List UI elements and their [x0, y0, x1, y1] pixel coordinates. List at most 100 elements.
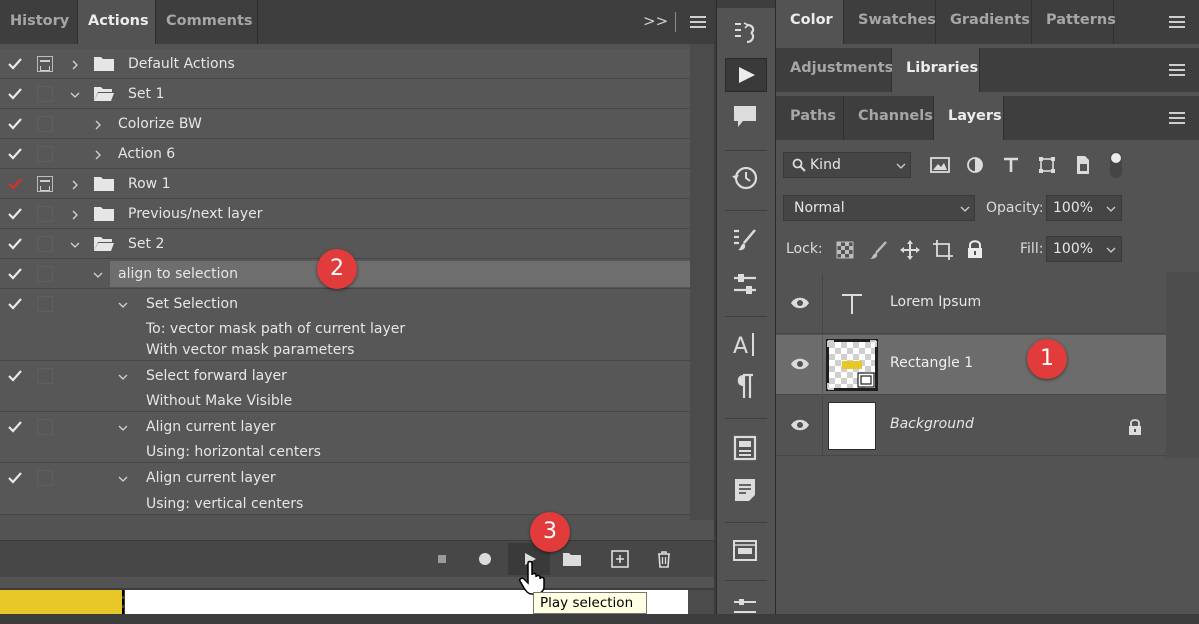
expand-panels-icon[interactable]: >> [643, 12, 668, 30]
lock-image-pixels-icon[interactable] [868, 240, 888, 260]
adjustment-filter-icon[interactable] [966, 156, 984, 174]
blend-mode-select[interactable]: Normal [783, 195, 975, 221]
check-icon[interactable] [7, 146, 23, 162]
new-set-folder-icon[interactable] [562, 549, 582, 569]
shape-filter-icon[interactable] [1038, 156, 1056, 174]
check-icon[interactable] [7, 116, 23, 132]
scrollbar[interactable] [690, 44, 714, 520]
chevron-right-icon[interactable] [70, 180, 80, 190]
list-item[interactable]: Previous/next layer [0, 199, 690, 229]
new-action-icon[interactable] [610, 549, 630, 569]
panel-menu-icon[interactable] [1169, 112, 1185, 124]
list-item[interactable]: Select forward layer Without Make Visibl… [0, 361, 690, 412]
dialog-toggle[interactable] [37, 266, 53, 282]
fill-input[interactable]: 100% [1046, 236, 1122, 262]
brush-settings-icon[interactable] [731, 226, 759, 254]
tab-history[interactable]: History [0, 0, 78, 44]
eye-icon[interactable] [790, 418, 810, 432]
layer-row-selected[interactable]: Rectangle 1 [776, 335, 1166, 395]
glyphs-icon[interactable] [731, 434, 759, 462]
eye-icon[interactable] [790, 357, 810, 371]
check-icon[interactable] [7, 86, 23, 102]
list-item[interactable]: Set 1 [0, 79, 690, 109]
3d-icon[interactable] [731, 536, 759, 564]
chevron-down-icon[interactable] [70, 90, 80, 100]
red-check-icon[interactable] [7, 176, 23, 192]
trash-icon[interactable] [654, 549, 674, 569]
lock-position-icon[interactable] [899, 239, 921, 261]
image-filter-icon[interactable] [930, 156, 950, 174]
list-item[interactable]: Colorize BW [0, 109, 690, 139]
chevron-down-icon[interactable] [118, 372, 128, 382]
filter-toggle[interactable] [1110, 152, 1122, 178]
list-item[interactable]: Align current layer Using: vertical cent… [0, 463, 690, 515]
lock-transparent-pixels-icon[interactable] [836, 241, 854, 259]
list-item[interactable]: Default Actions [0, 49, 690, 79]
tab-comments[interactable]: Comments [156, 0, 258, 44]
tab-color[interactable]: Color [776, 0, 844, 44]
tab-layers[interactable]: Layers [934, 96, 1004, 140]
chevron-down-icon[interactable] [118, 423, 128, 433]
opacity-input[interactable]: 100% [1046, 195, 1122, 221]
lock-artboard-icon[interactable] [932, 239, 954, 261]
chevron-down-icon[interactable] [70, 240, 80, 250]
dialog-toggle[interactable] [37, 176, 53, 192]
chevron-down-icon[interactable] [118, 474, 128, 484]
scrollbar[interactable] [1166, 272, 1199, 458]
check-icon[interactable] [7, 419, 23, 435]
lock-icon[interactable] [1127, 418, 1143, 436]
list-item[interactable]: Set Selection To: vector mask path of cu… [0, 289, 690, 361]
scrollbar[interactable] [688, 590, 714, 614]
character-icon[interactable]: A [731, 330, 759, 358]
layer-row[interactable]: Background [776, 396, 1166, 456]
dialog-toggle[interactable] [37, 419, 53, 435]
paragraph-icon[interactable] [731, 372, 759, 400]
check-icon[interactable] [7, 206, 23, 222]
comments-icon[interactable] [731, 103, 759, 131]
smart-object-filter-icon[interactable] [1074, 155, 1092, 175]
tab-adjustments[interactable]: Adjustments [776, 48, 893, 92]
tab-patterns[interactable]: Patterns [1032, 0, 1116, 44]
chevron-right-icon[interactable] [93, 120, 103, 130]
dialog-toggle[interactable] [37, 56, 53, 72]
tool-presets-icon[interactable] [731, 270, 759, 298]
chevron-down-icon[interactable] [118, 300, 128, 310]
tab-paths[interactable]: Paths [776, 96, 844, 140]
dialog-toggle[interactable] [37, 86, 53, 102]
panel-menu-icon[interactable] [690, 16, 706, 28]
panel-menu-icon[interactable] [1169, 64, 1185, 76]
check-icon[interactable] [7, 368, 23, 384]
lock-all-icon[interactable] [966, 239, 984, 259]
check-icon[interactable] [7, 236, 23, 252]
list-item[interactable]: Row 1 [0, 169, 690, 199]
chevron-right-icon[interactable] [70, 60, 80, 70]
eye-icon[interactable] [790, 296, 810, 310]
tab-libraries[interactable]: Libraries [892, 48, 980, 92]
check-icon[interactable] [7, 296, 23, 312]
chevron-right-icon[interactable] [93, 150, 103, 160]
actions-panel-button[interactable] [725, 58, 767, 92]
history-brush-icon[interactable] [731, 20, 759, 48]
tab-channels[interactable]: Channels [844, 96, 934, 140]
record-icon[interactable] [475, 549, 495, 569]
history-icon[interactable] [731, 164, 759, 192]
chevron-down-icon[interactable] [93, 270, 103, 280]
stop-icon[interactable] [432, 549, 452, 569]
list-item[interactable]: Action 6 [0, 139, 690, 169]
check-icon[interactable] [7, 266, 23, 282]
properties-icon[interactable] [731, 596, 759, 624]
dialog-toggle[interactable] [37, 146, 53, 162]
dialog-toggle[interactable] [37, 368, 53, 384]
check-icon[interactable] [7, 470, 23, 486]
layer-row[interactable]: Lorem Ipsum [776, 274, 1166, 334]
dialog-toggle[interactable] [37, 296, 53, 312]
type-filter-icon[interactable] [1002, 156, 1020, 174]
chevron-down-icon[interactable] [1106, 246, 1116, 254]
dialog-toggle[interactable] [37, 116, 53, 132]
check-icon[interactable] [7, 56, 23, 72]
dialog-toggle[interactable] [37, 470, 53, 486]
chevron-right-icon[interactable] [70, 210, 80, 220]
chevron-down-icon[interactable] [1106, 205, 1116, 213]
notes-icon[interactable] [731, 476, 759, 504]
tab-gradients[interactable]: Gradients [936, 0, 1032, 44]
